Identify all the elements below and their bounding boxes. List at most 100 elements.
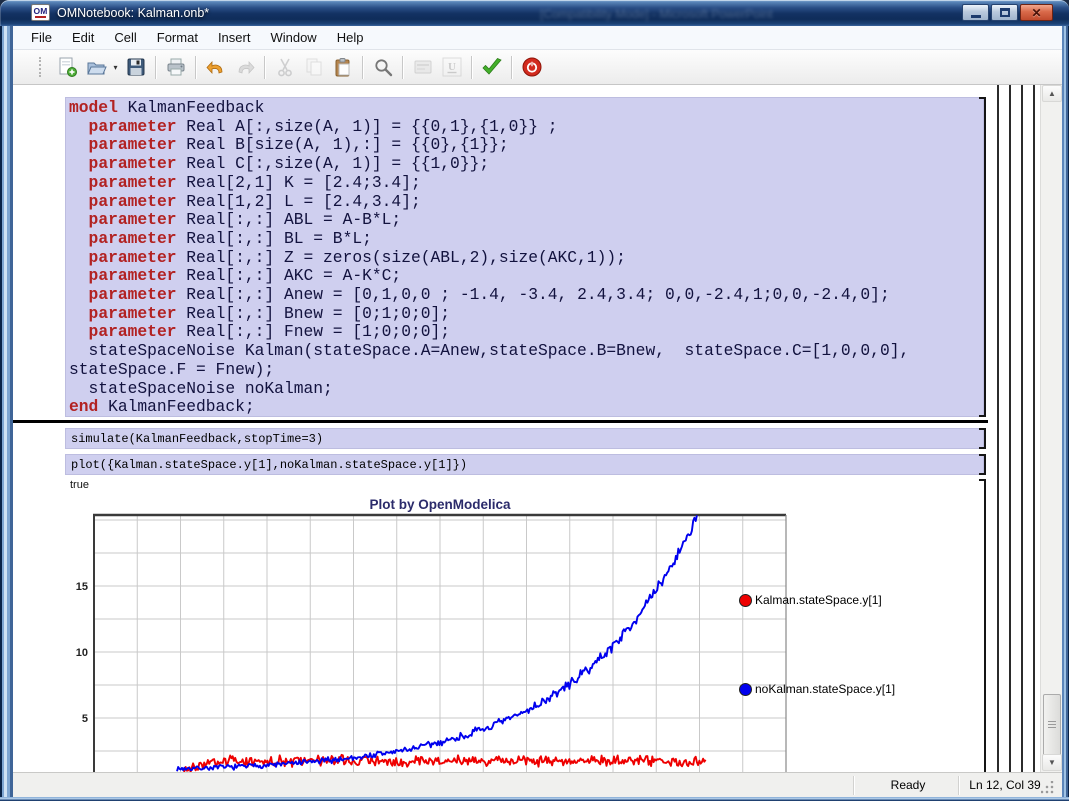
window-border-bottom [0, 797, 1069, 801]
copy-icon [303, 56, 325, 78]
code-line: parameter Real C[:,size(A, 1)] = {{1,0}}… [69, 155, 983, 174]
menu-item-help[interactable]: Help [327, 27, 374, 48]
scrollbar-thumb[interactable] [1043, 694, 1061, 756]
code-line: parameter Real[1,2] L = [2.4,3.4]; [69, 193, 983, 212]
code-line: parameter Real A[:,size(A, 1)] = {{0,1},… [69, 118, 983, 137]
toolbar-separator [362, 56, 363, 79]
code-line: stateSpace.F = Fnew); [69, 361, 983, 380]
open-dropdown-button[interactable]: ▾ [110, 54, 121, 81]
insert-image-button[interactable] [408, 54, 437, 81]
menu-item-cell[interactable]: Cell [104, 27, 146, 48]
code-line: end KalmanFeedback; [69, 398, 983, 417]
scroll-up-button[interactable]: ▲ [1042, 85, 1062, 102]
insert-image-icon [412, 56, 434, 78]
scroll-down-button[interactable]: ▼ [1042, 754, 1062, 771]
plot-command-cell[interactable]: plot({Kalman.stateSpace.y[1],noKalman.st… [65, 454, 984, 475]
cell-cursor-line[interactable] [13, 420, 988, 423]
menu-item-insert[interactable]: Insert [208, 27, 261, 48]
legend-item-nokalman: noKalman.stateSpace.y[1] [739, 682, 895, 696]
underline-button[interactable]: U [437, 54, 466, 81]
minimize-icon [971, 15, 981, 18]
command-output-text: true [70, 479, 89, 491]
copy-button[interactable] [299, 54, 328, 81]
svg-text:5: 5 [82, 713, 88, 725]
undo-icon [205, 56, 227, 78]
code-line: parameter Real[:,:] BL = B*L; [69, 230, 983, 249]
maximize-icon [1000, 8, 1010, 17]
window-controls: ✕ [962, 4, 1053, 21]
code-line: parameter Real[2,1] K = [2.4;3.4]; [69, 174, 983, 193]
code-line: parameter Real[:,:] AKC = A-K*C; [69, 267, 983, 286]
resize-grip[interactable] [1041, 781, 1054, 794]
maximize-button[interactable] [991, 4, 1018, 21]
vertical-scrollbar[interactable]: ▲ ▼ [1040, 85, 1062, 772]
simulate-cell-bracket[interactable] [979, 428, 986, 449]
output-cell-bracket[interactable] [979, 479, 986, 772]
window-border-left [0, 26, 13, 801]
code-line: stateSpaceNoise noKalman; [69, 380, 983, 399]
underline-icon: U [441, 56, 463, 78]
search-button[interactable] [368, 54, 397, 81]
code-line: stateSpaceNoise Kalman(stateSpace.A=Anew… [69, 342, 983, 361]
background-window-ghost-text: [Compatibility Mode] - Microsoft PowerPo… [540, 7, 773, 21]
code-line: parameter Real B[size(A, 1),:] = {{0},{1… [69, 136, 983, 155]
redo-icon [234, 56, 256, 78]
svg-text:15: 15 [76, 581, 88, 593]
toolbar-grip[interactable] [39, 57, 42, 77]
notebook-content-area: model KalmanFeedback parameter Real A[:,… [13, 85, 1040, 772]
evaluate-button[interactable] [477, 54, 506, 81]
toolbar-separator [155, 56, 156, 79]
window-border-right [1062, 26, 1069, 801]
arrow-up-icon: ▲ [1048, 89, 1056, 98]
plot-cell-bracket[interactable] [979, 454, 986, 475]
cut-button[interactable] [270, 54, 299, 81]
omnotebook-window: [Compatibility Mode] - Microsoft PowerPo… [0, 0, 1069, 801]
code-cell-bracket[interactable] [979, 97, 986, 417]
evaluate-icon [480, 56, 504, 78]
cut-icon [274, 56, 296, 78]
save-button[interactable] [121, 54, 150, 81]
print-button[interactable] [161, 54, 190, 81]
open-button[interactable] [81, 54, 110, 81]
status-bar: Ready Ln 12, Col 39 [13, 772, 1062, 797]
legend-dot-red-icon [739, 594, 752, 607]
redo-button[interactable] [230, 54, 259, 81]
toolbar-separator [511, 56, 512, 79]
arrow-down-icon: ▼ [1048, 758, 1056, 767]
om-logo-icon: OM [31, 4, 50, 21]
stop-button[interactable] [517, 54, 546, 81]
group-cell-line[interactable] [1009, 85, 1011, 772]
paste-button[interactable] [328, 54, 357, 81]
legend-label-nokalman: noKalman.stateSpace.y[1] [755, 682, 895, 696]
group-cell-line[interactable] [997, 85, 999, 772]
undo-button[interactable] [201, 54, 230, 81]
new-document-button[interactable] [52, 54, 81, 81]
code-line: parameter Real[:,:] Anew = [0,1,0,0 ; -1… [69, 286, 983, 305]
toolbar-separator [471, 56, 472, 79]
menu-item-edit[interactable]: Edit [62, 27, 104, 48]
svg-text:U: U [448, 61, 456, 73]
title-bar[interactable]: [Compatibility Mode] - Microsoft PowerPo… [0, 0, 1069, 26]
toolbar-separator [264, 56, 265, 79]
status-cursor-position: Ln 12, Col 39 [961, 778, 1049, 792]
code-line: model KalmanFeedback [69, 99, 983, 118]
statusbar-separator [853, 776, 854, 795]
code-line: parameter Real[:,:] Z = zeros(size(ABL,2… [69, 249, 983, 268]
group-cell-line[interactable] [1021, 85, 1023, 772]
model-code-cell[interactable]: model KalmanFeedback parameter Real A[:,… [65, 97, 984, 417]
search-icon [372, 56, 394, 78]
menu-item-format[interactable]: Format [147, 27, 208, 48]
chevron-down-icon: ▾ [113, 63, 117, 72]
legend-label-kalman: Kalman.stateSpace.y[1] [755, 593, 882, 607]
menu-item-window[interactable]: Window [260, 27, 326, 48]
simulate-command-cell[interactable]: simulate(KalmanFeedback,stopTime=3) [65, 428, 984, 449]
minimize-button[interactable] [962, 4, 989, 21]
group-cell-line[interactable] [1033, 85, 1035, 772]
statusbar-separator [958, 776, 959, 795]
menu-item-file[interactable]: File [21, 27, 62, 48]
code-line: parameter Real[:,:] Fnew = [1;0;0;0]; [69, 323, 983, 342]
toolbar-separator [402, 56, 403, 79]
close-button[interactable]: ✕ [1020, 4, 1053, 21]
menu-bar: FileEditCellFormatInsertWindowHelp [13, 26, 1062, 50]
status-ready-text: Ready [858, 778, 958, 792]
